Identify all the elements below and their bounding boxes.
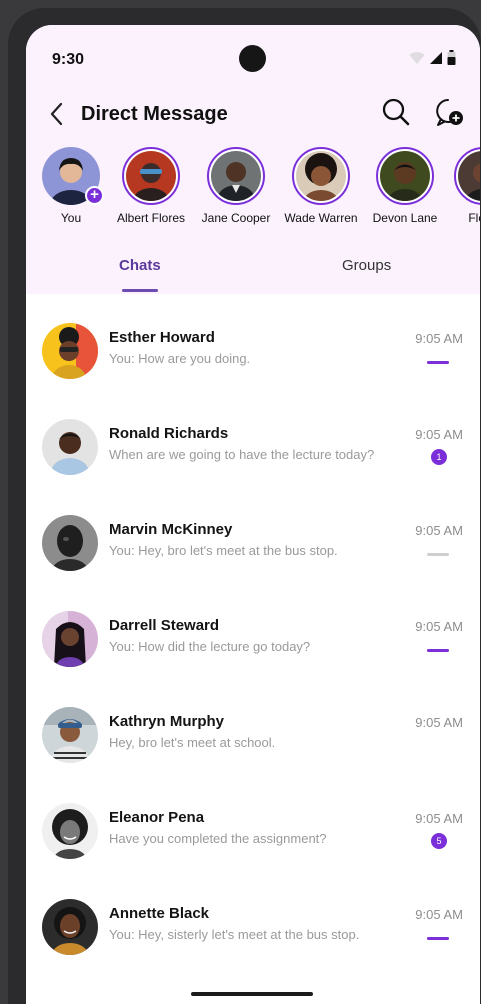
add-story-button[interactable]: + [85, 186, 104, 205]
back-button[interactable] [46, 101, 70, 127]
chat-preview: You: Hey, bro let's meet at the bus stop… [109, 543, 338, 558]
search-button[interactable] [381, 97, 411, 127]
tab-groups[interactable]: Groups [342, 257, 391, 274]
unread-count-badge: 1 [431, 449, 447, 465]
screen: 9:30 Direct Message + You Albert Flores … [26, 25, 480, 1004]
story-wade-warren[interactable]: Wade Warren [276, 147, 366, 225]
avatar [376, 147, 434, 205]
status-time: 9:30 [52, 51, 85, 68]
wifi-icon [409, 51, 425, 64]
tab-chats[interactable]: Chats [119, 257, 161, 274]
story-name: Albert Flores [116, 211, 186, 225]
chat-time: 9:05 AM [415, 427, 463, 442]
sent-indicator [427, 937, 449, 940]
chat-preview: Hey, bro let's meet at school. [109, 735, 276, 750]
story-name: Wade Warren [284, 211, 358, 225]
chat-item-eleanor-pena[interactable]: Eleanor Pena Have you completed the assi… [26, 803, 480, 899]
avatar [122, 147, 180, 205]
avatar [42, 515, 98, 571]
battery-icon [447, 50, 456, 65]
avatar [42, 707, 98, 763]
chat-item-marvin-mckinney[interactable]: Marvin McKinney You: Hey, bro let's meet… [26, 515, 480, 611]
avatar [42, 611, 98, 667]
sent-indicator [427, 553, 449, 556]
avatar: + [42, 147, 104, 205]
chat-time: 9:05 AM [415, 523, 463, 538]
chat-preview: You: Hey, sisterly let's meet at the bus… [109, 927, 360, 942]
chat-name: Kathryn Murphy [109, 713, 225, 730]
chat-name: Ronald Richards [109, 425, 229, 442]
chat-preview: Have you completed the assignment? [109, 831, 327, 846]
chat-preview: You: How did the lecture go today? [109, 639, 311, 654]
sent-indicator [427, 649, 449, 652]
new-message-icon [436, 99, 463, 126]
story-devon-lane[interactable]: Devon Lane [360, 147, 450, 225]
chat-name: Annette Black [109, 905, 210, 922]
chat-time: 9:05 AM [415, 619, 463, 634]
chat-time: 9:05 AM [415, 811, 463, 826]
chat-name: Marvin McKinney [109, 521, 233, 538]
chat-name: Eleanor Pena [109, 809, 205, 826]
story-albert-flores[interactable]: Albert Flores [106, 147, 196, 225]
front-camera [239, 45, 266, 72]
story-jane-cooper[interactable]: Jane Cooper [191, 147, 281, 225]
chat-item-esther-howard[interactable]: Esther Howard You: How are you doing. 9:… [26, 323, 480, 419]
avatar [454, 147, 480, 205]
avatar [42, 419, 98, 475]
chevron-left-icon [50, 102, 63, 126]
sent-indicator [427, 361, 449, 364]
chat-time: 9:05 AM [415, 715, 463, 730]
story-name: You [60, 211, 82, 225]
chat-item-ronald-richards[interactable]: Ronald Richards When are we going to hav… [26, 419, 480, 515]
signal-icon [430, 51, 442, 64]
search-icon [382, 98, 410, 126]
chat-item-kathryn-murphy[interactable]: Kathryn Murphy Hey, bro let's meet at sc… [26, 707, 480, 803]
avatar [292, 147, 350, 205]
active-tab-indicator [122, 289, 158, 292]
avatar [42, 803, 98, 859]
page-title: Direct Message [81, 103, 228, 125]
chat-name: Esther Howard [109, 329, 215, 346]
avatar [207, 147, 265, 205]
chat-preview: You: How are you doing. [109, 351, 251, 366]
story-name: Jane Cooper [201, 211, 271, 225]
unread-count-badge: 5 [431, 833, 447, 849]
status-icons [409, 50, 456, 65]
stories-row: + You Albert Flores Jane Cooper Wade War… [26, 147, 480, 227]
story-name: Floyd [468, 211, 480, 225]
chat-time: 9:05 AM [415, 907, 463, 922]
chat-preview: When are we going to have the lecture to… [109, 447, 375, 462]
chat-item-annette-black[interactable]: Annette Black You: Hey, sisterly let's m… [26, 899, 480, 995]
avatar [42, 899, 98, 955]
story-name: Devon Lane [372, 211, 438, 225]
story-you[interactable]: + You [26, 147, 116, 225]
chat-name: Darrell Steward [109, 617, 220, 634]
home-indicator[interactable] [191, 992, 313, 996]
story-floyd[interactable]: Floyd [438, 147, 480, 225]
new-chat-button[interactable] [434, 97, 466, 129]
avatar [42, 323, 98, 379]
chat-time: 9:05 AM [415, 331, 463, 346]
chat-item-darrell-steward[interactable]: Darrell Steward You: How did the lecture… [26, 611, 480, 707]
phone-frame: 9:30 Direct Message + You Albert Flores … [8, 8, 481, 1004]
